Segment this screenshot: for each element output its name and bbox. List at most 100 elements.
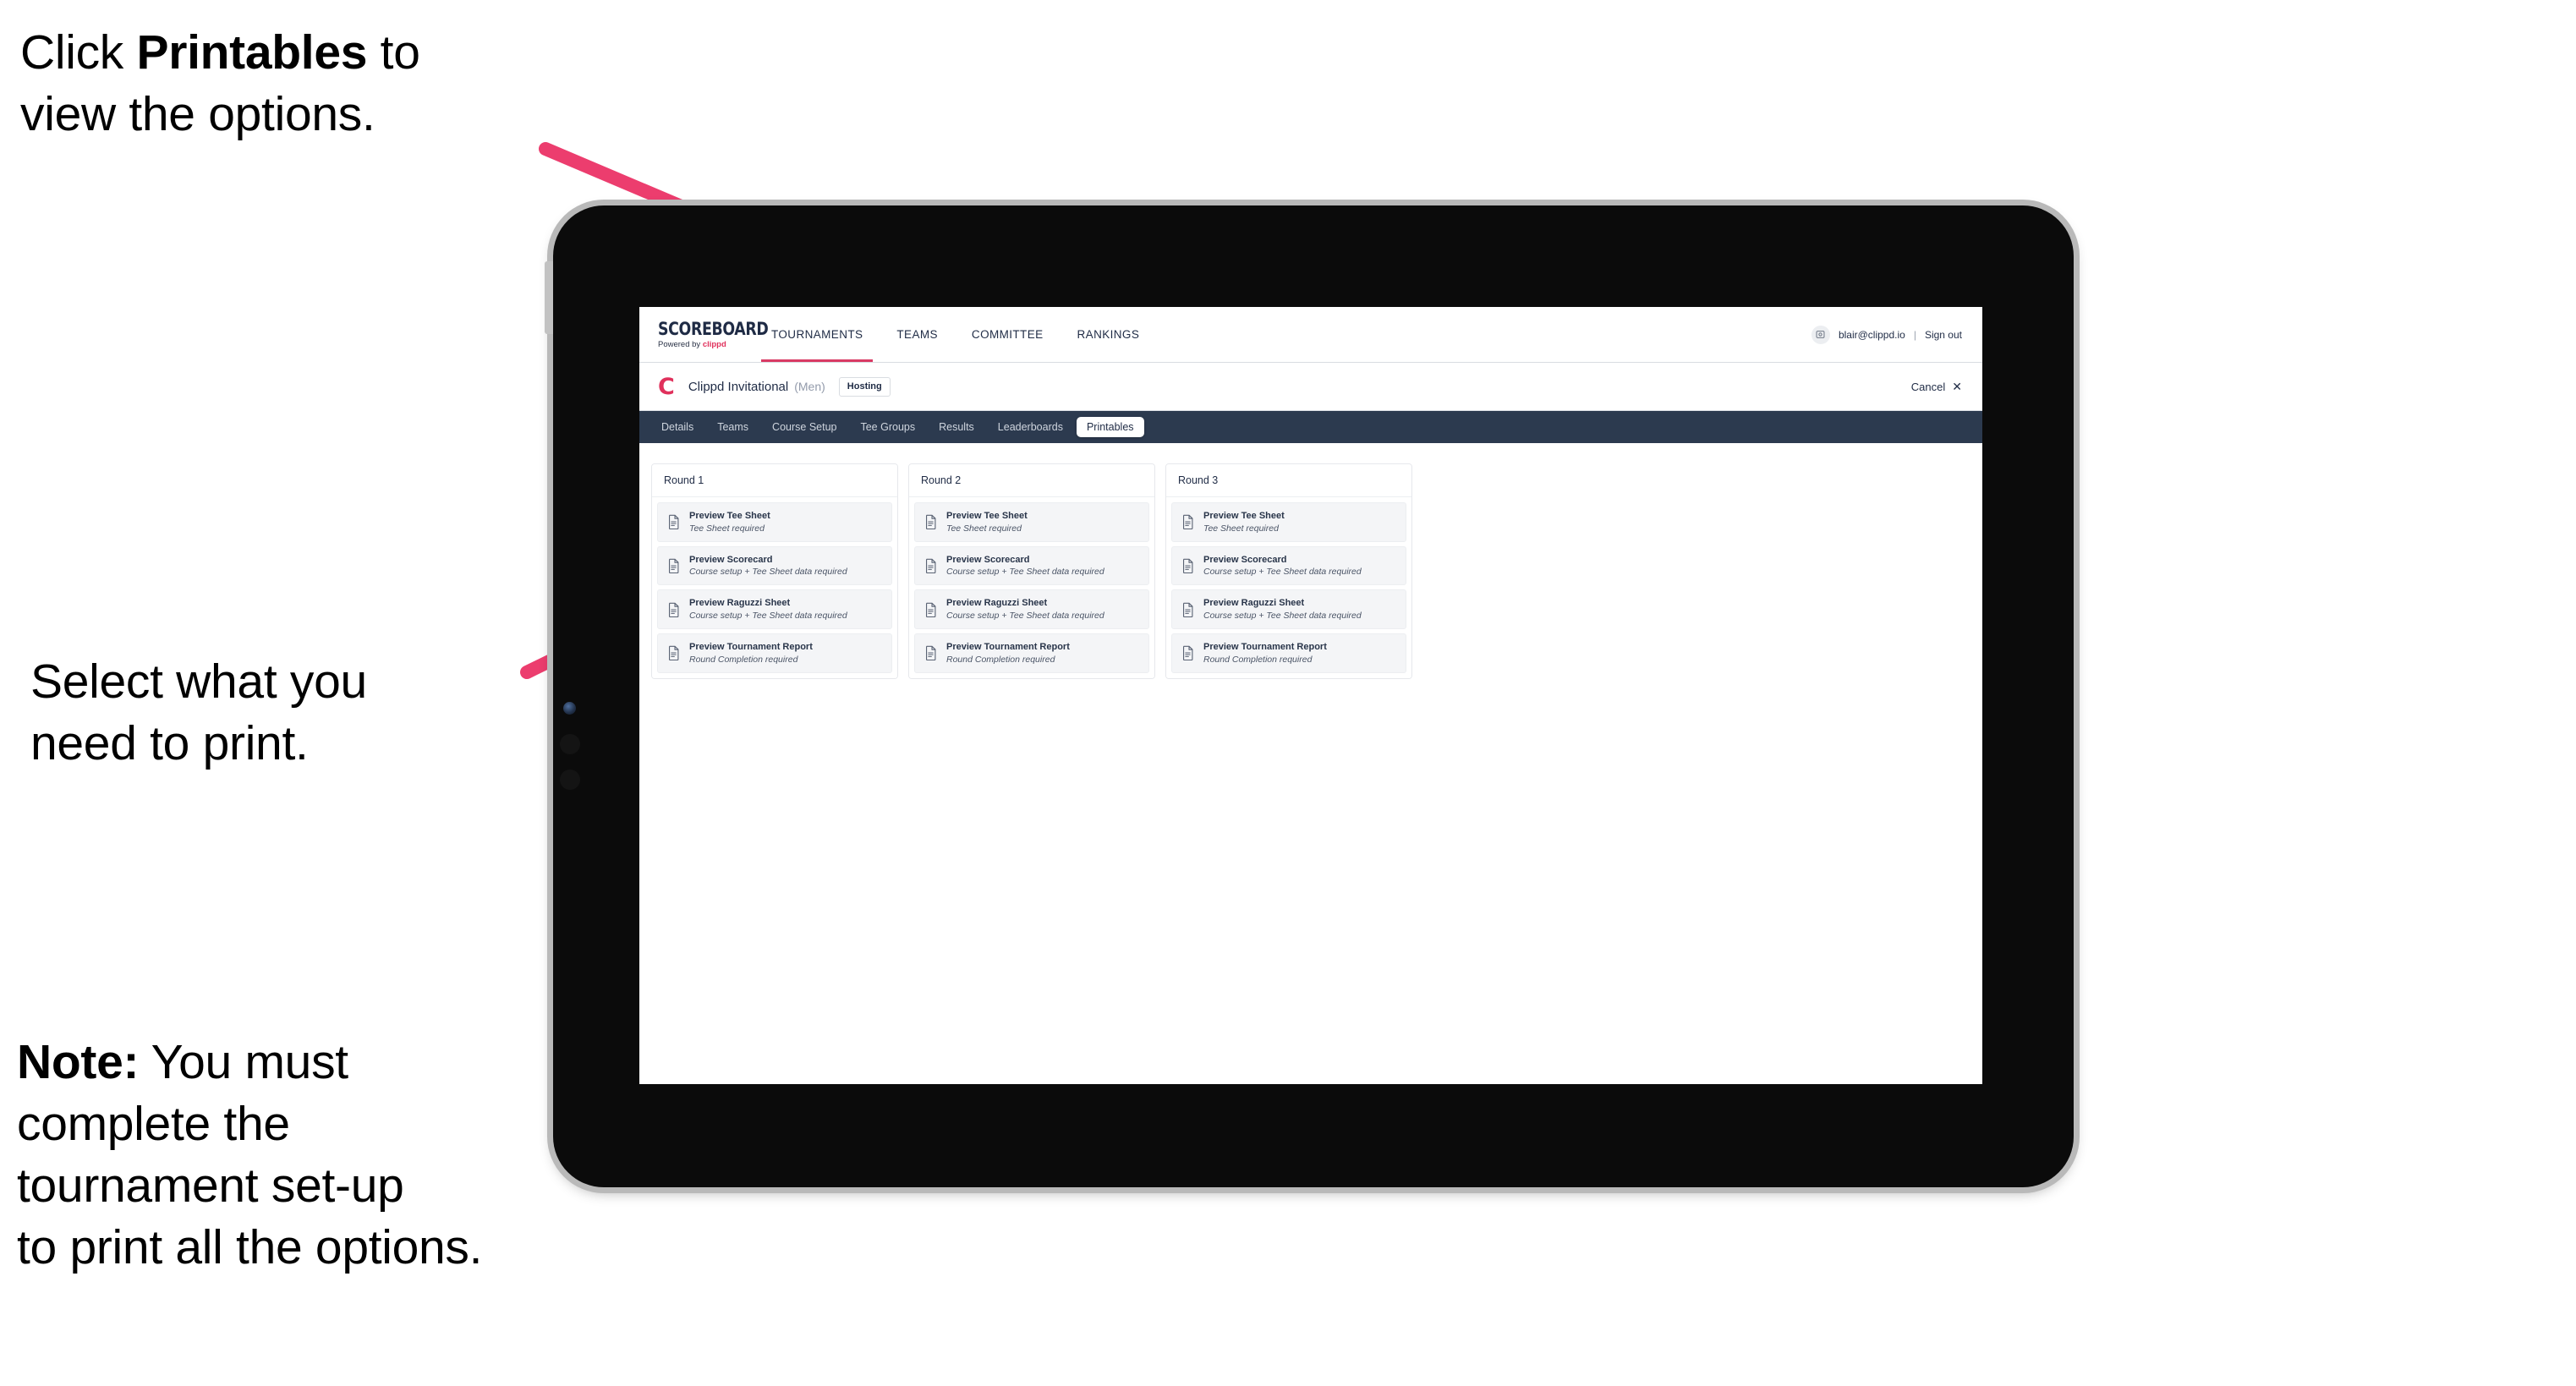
row-requirement: Course setup + Tee Sheet data required [946,567,1104,578]
document-icon [925,558,936,574]
tournament-header-bar: C Clippd Invitational (Men) Hosting Canc… [639,363,1982,411]
top-nav-item-rankings[interactable]: RANKINGS [1061,307,1157,362]
document-icon [1182,646,1193,661]
brand-clippd: clippd [702,339,726,349]
volume-rocker-button[interactable] [545,261,553,334]
annotation-click-printables: Click Printables to view the options. [20,25,420,141]
row-text: Preview Scorecard Course setup + Tee She… [689,555,847,578]
row-title: Preview Scorecard [946,554,1030,565]
printable-row-tournament-report[interactable]: Preview Tournament Report Round Completi… [1171,633,1406,673]
printable-row-raguzzi-sheet[interactable]: Preview Raguzzi Sheet Course setup + Tee… [657,589,892,630]
row-text: Preview Raguzzi Sheet Course setup + Tee… [1203,598,1362,621]
bezel-button-lower[interactable] [560,770,580,790]
row-requirement: Tee Sheet required [1203,523,1279,534]
sign-out-link[interactable]: Sign out [1925,329,1962,341]
section-tab-strip: Details Teams Course Setup Tee Groups Re… [639,411,1982,443]
round-card: Round 3 Preview Tee Sheet Tee Sheet requ… [1165,463,1412,679]
row-title: Preview Raguzzi Sheet [689,598,791,609]
clippd-c-logo-icon: C [658,373,675,400]
round-card: Round 2 Preview Tee Sheet Tee Sheet requ… [908,463,1155,679]
app-top-navbar: SCOREBOARD Powered by clippd TOURNAMENTS… [639,307,1982,363]
printable-row-tee-sheet[interactable]: Preview Tee Sheet Tee Sheet required [657,502,892,542]
top-nav-item-teams[interactable]: TEAMS [880,307,955,362]
row-requirement: Course setup + Tee Sheet data required [1203,567,1362,578]
printable-row-scorecard[interactable]: Preview Scorecard Course setup + Tee She… [914,545,1149,586]
row-title: Preview Tee Sheet [689,511,770,521]
account-area: blair@clippd.io | Sign out [1811,307,1982,362]
tab-printables[interactable]: Printables [1076,416,1144,438]
tablet-screen: SCOREBOARD Powered by clippd TOURNAMENTS… [639,307,1982,1084]
cancel-button[interactable]: Cancel ✕ [1911,381,1962,393]
document-icon [925,646,936,661]
printable-row-scorecard[interactable]: Preview Scorecard Course setup + Tee She… [657,545,892,586]
row-text: Preview Raguzzi Sheet Course setup + Tee… [689,598,847,621]
document-icon [925,602,936,617]
row-text: Preview Tee Sheet Tee Sheet required [1203,511,1285,534]
tab-course-setup[interactable]: Course Setup [762,417,847,438]
row-requirement: Round Completion required [1203,654,1313,665]
row-requirement: Course setup + Tee Sheet data required [1203,611,1362,622]
round-card: Round 1 Preview Tee Sheet Tee Sheet requ… [651,463,898,679]
printable-row-scorecard[interactable]: Preview Scorecard Course setup + Tee She… [1171,545,1406,586]
document-icon [1182,558,1193,574]
tab-details[interactable]: Details [651,417,704,438]
status-badge: Hosting [838,376,891,397]
row-requirement: Course setup + Tee Sheet data required [689,611,847,622]
scoreboard-logo[interactable]: SCOREBOARD Powered by clippd [639,307,769,362]
top-nav-item-committee[interactable]: COMMITTEE [955,307,1061,362]
row-requirement: Tee Sheet required [689,523,765,534]
tab-results[interactable]: Results [929,417,984,438]
printables-content: Round 1 Preview Tee Sheet Tee Sheet requ… [639,443,1982,1084]
row-text: Preview Tee Sheet Tee Sheet required [946,511,1028,534]
top-nav-item-tournaments[interactable]: TOURNAMENTS [754,307,880,362]
row-text: Preview Raguzzi Sheet Course setup + Tee… [946,598,1104,621]
row-title: Preview Raguzzi Sheet [946,598,1048,609]
document-icon [925,515,936,530]
bezel-button-upper[interactable] [560,734,580,754]
brand-subtitle: Powered by clippd [658,341,739,349]
round-items: Preview Tee Sheet Tee Sheet required Pre… [1166,497,1411,678]
row-title: Preview Tournament Report [689,642,813,653]
row-requirement: Round Completion required [946,654,1055,665]
document-icon [668,602,679,617]
cancel-label: Cancel [1910,380,1946,393]
tab-tee-groups[interactable]: Tee Groups [850,417,925,438]
row-title: Preview Tournament Report [1203,642,1327,653]
user-avatar-icon[interactable] [1811,325,1830,344]
printable-row-raguzzi-sheet[interactable]: Preview Raguzzi Sheet Course setup + Tee… [1171,589,1406,630]
document-icon [1182,515,1193,530]
document-icon [1182,602,1193,617]
round-title: Round 1 [652,464,897,497]
row-title: Preview Tournament Report [946,642,1070,653]
row-requirement: Round Completion required [689,654,798,665]
tournament-name: Clippd Invitational [688,379,789,394]
printable-row-tournament-report[interactable]: Preview Tournament Report Round Completi… [914,633,1149,673]
tournament-gender: (Men) [794,380,825,393]
row-title: Preview Raguzzi Sheet [1203,598,1305,609]
printable-row-raguzzi-sheet[interactable]: Preview Raguzzi Sheet Course setup + Tee… [914,589,1149,630]
round-items: Preview Tee Sheet Tee Sheet required Pre… [909,497,1154,678]
row-text: Preview Scorecard Course setup + Tee She… [946,555,1104,578]
tablet-device: SCOREBOARD Powered by clippd TOURNAMENTS… [545,205,2074,1187]
row-title: Preview Scorecard [1203,554,1287,565]
row-requirement: Course setup + Tee Sheet data required [946,611,1104,622]
document-icon [668,558,679,574]
row-text: Preview Tournament Report Round Completi… [946,642,1070,665]
tab-leaderboards[interactable]: Leaderboards [988,417,1073,438]
row-text: Preview Tournament Report Round Completi… [689,642,813,665]
close-icon: ✕ [1952,380,1962,393]
printable-row-tournament-report[interactable]: Preview Tournament Report Round Completi… [657,633,892,673]
row-title: Preview Tee Sheet [1203,511,1285,521]
printable-row-tee-sheet[interactable]: Preview Tee Sheet Tee Sheet required [914,502,1149,542]
printable-row-tee-sheet[interactable]: Preview Tee Sheet Tee Sheet required [1171,502,1406,542]
row-title: Preview Tee Sheet [946,511,1028,521]
row-text: Preview Scorecard Course setup + Tee She… [1203,555,1362,578]
account-separator: | [1913,328,1916,341]
annotation-select-what-to-print: Select what you need to print. [30,655,367,770]
row-requirement: Tee Sheet required [946,523,1022,534]
tab-teams[interactable]: Teams [707,417,759,438]
row-title: Preview Scorecard [689,554,773,565]
document-icon [668,646,679,661]
front-camera-icon [563,702,576,715]
row-text: Preview Tournament Report Round Completi… [1203,642,1327,665]
